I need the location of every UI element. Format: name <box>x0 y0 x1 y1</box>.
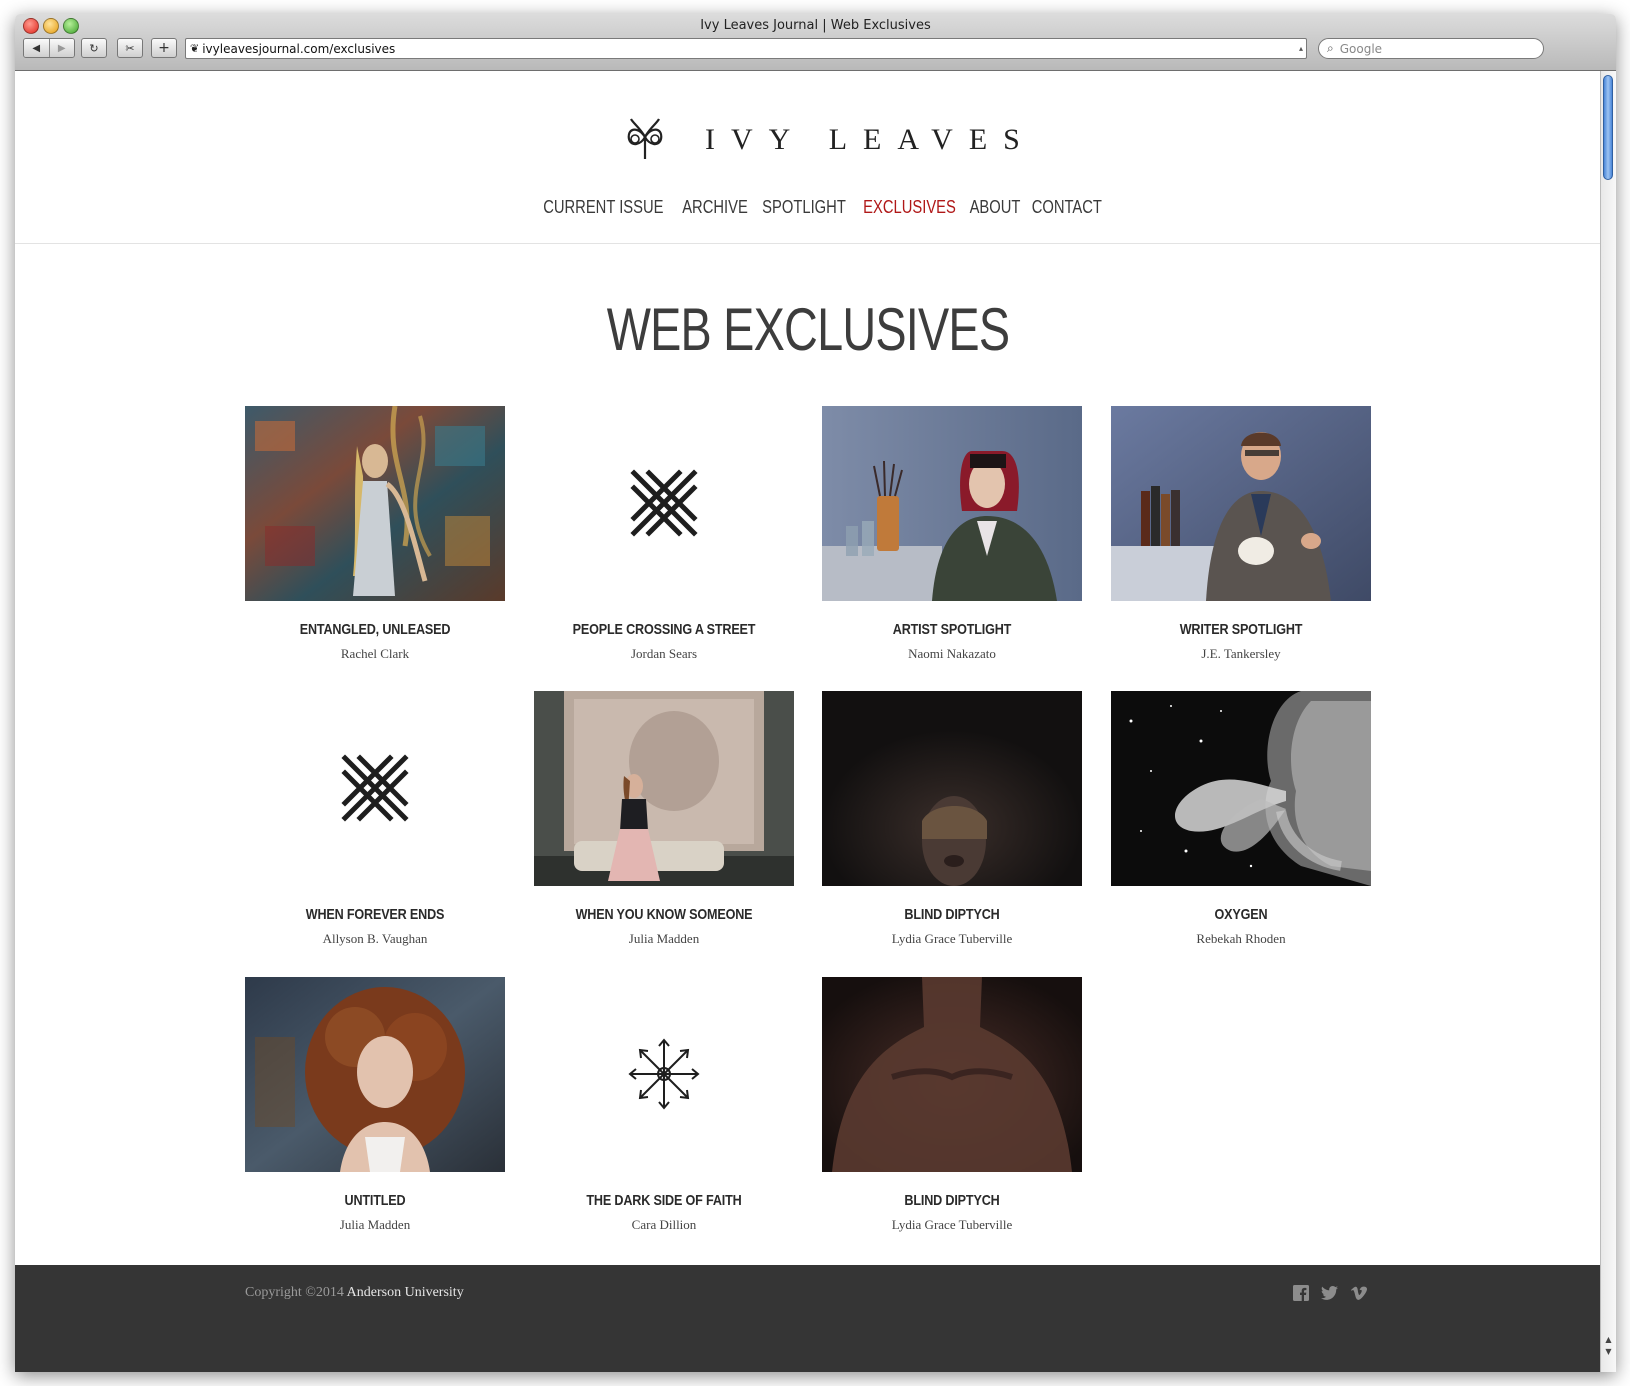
reload-button[interactable]: ↻ <box>81 38 107 58</box>
back-forward-buttons: ◀ ▶ <box>23 38 75 58</box>
writer-photo[interactable] <box>1111 406 1371 601</box>
copyright-owner-link[interactable]: Anderson University <box>347 1285 464 1300</box>
card-title[interactable]: OXYGEN <box>1132 906 1350 923</box>
exclusive-card[interactable]: BLIND DIPTYCH Lydia Grace Tuberville <box>822 691 1082 947</box>
card-author: Lydia Grace Tuberville <box>891 931 1013 946</box>
exclusive-card[interactable]: BLIND DIPTYCH Lydia Grace Tuberville <box>822 977 1082 1233</box>
scrollbar-thumb[interactable] <box>1603 75 1613 180</box>
card-author: Lydia Grace Tuberville <box>891 1217 1013 1232</box>
site-favicon-icon: ❦ <box>190 42 200 55</box>
painting-image[interactable] <box>245 406 505 601</box>
facebook-icon[interactable] <box>1291 1283 1311 1303</box>
site-footer: Copyright ©2014 Anderson University <box>15 1265 1601 1372</box>
card-title[interactable]: WHEN FOREVER ENDS <box>266 906 484 923</box>
card-title[interactable]: ENTANGLED, UNLEASED <box>266 621 484 638</box>
copyright-prefix: Copyright ©2014 <box>245 1285 344 1300</box>
card-title[interactable]: UNTITLED <box>266 1192 484 1209</box>
nav-spotlight[interactable]: SPOTLIGHT <box>762 197 846 218</box>
search-placeholder: Google <box>1339 41 1383 56</box>
curly-hair-portrait-photo[interactable] <box>245 977 505 1172</box>
main-navigation: CURRENT ISSUE ARCHIVE SPOTLIGHT EXCLUSIV… <box>15 197 1601 218</box>
card-title[interactable]: WRITER SPOTLIGHT <box>1132 621 1350 638</box>
forward-button[interactable]: ▶ <box>48 39 74 57</box>
header-divider <box>15 243 1601 244</box>
scroll-arrows[interactable]: ▲ ▼ <box>1601 1334 1616 1358</box>
window-title: Ivy Leaves Journal | Web Exclusives <box>700 18 931 33</box>
artist-photo[interactable] <box>822 406 1082 601</box>
lattice-icon[interactable] <box>534 406 794 601</box>
search-icon: ⌕ <box>1327 41 1334 55</box>
card-title[interactable]: WHEN YOU KNOW SOMEONE <box>555 906 773 923</box>
exclusive-card[interactable]: WRITER SPOTLIGHT J.E. Tankersley <box>1111 406 1371 662</box>
exclusive-card[interactable]: WHEN FOREVER ENDS Allyson B. Vaughan <box>245 691 505 947</box>
card-author: J.E. Tankersley <box>1201 646 1281 661</box>
site-header: IVY LEAVES <box>15 115 1601 165</box>
dark-torso-photo[interactable] <box>822 977 1082 1172</box>
card-author: Cara Dillion <box>631 1217 697 1232</box>
exclusive-card[interactable]: ENTANGLED, UNLEASED Rachel Clark <box>245 406 505 662</box>
url-dropdown-icon[interactable]: ▴ <box>1296 39 1306 58</box>
smoke-portrait-photo[interactable] <box>1111 691 1371 886</box>
nav-archive[interactable]: ARCHIVE <box>682 197 748 218</box>
dark-portrait-photo[interactable] <box>822 691 1082 886</box>
exclusive-card[interactable]: UNTITLED Julia Madden <box>245 977 505 1233</box>
card-title[interactable]: ARTIST SPOTLIGHT <box>843 621 1061 638</box>
nav-current-issue[interactable]: CURRENT ISSUE <box>543 197 663 218</box>
snowflake-icon[interactable] <box>534 977 794 1172</box>
card-author: Jordan Sears <box>630 646 698 661</box>
card-title[interactable]: BLIND DIPTYCH <box>843 1192 1061 1209</box>
add-bookmark-button[interactable]: + <box>151 38 177 58</box>
vimeo-icon[interactable] <box>1349 1283 1369 1303</box>
snippet-button[interactable]: ✂ <box>117 38 143 58</box>
url-text: ivyleavesjournal.com/exclusives <box>202 41 396 56</box>
nav-about[interactable]: ABOUT <box>970 197 1021 218</box>
card-title[interactable]: THE DARK SIDE OF FAITH <box>555 1192 773 1209</box>
address-bar[interactable]: ❦ ivyleavesjournal.com/exclusives ▴ <box>185 38 1307 59</box>
ivy-leaves-logo-icon[interactable] <box>623 115 667 161</box>
lattice-icon[interactable] <box>245 691 505 886</box>
card-author: Rachel Clark <box>340 646 410 661</box>
browser-window: Ivy Leaves Journal | Web Exclusives ◀ ▶ … <box>15 14 1616 1372</box>
site-logo-text[interactable]: IVY LEAVES <box>705 123 1036 157</box>
woman-room-photo[interactable] <box>534 691 794 886</box>
browser-toolbar: Ivy Leaves Journal | Web Exclusives ◀ ▶ … <box>15 14 1616 71</box>
vertical-scrollbar[interactable]: ▲ ▼ <box>1600 71 1616 1372</box>
card-title[interactable]: PEOPLE CROSSING A STREET <box>555 621 773 638</box>
page-title: WEB EXCLUSIVES <box>606 296 1010 363</box>
search-input[interactable]: ⌕ Google <box>1318 38 1544 59</box>
back-button[interactable]: ◀ <box>24 39 49 57</box>
twitter-icon[interactable] <box>1319 1283 1339 1303</box>
exclusive-card[interactable]: ARTIST SPOTLIGHT Naomi Nakazato <box>822 406 1082 662</box>
card-author: Julia Madden <box>339 1217 411 1232</box>
exclusive-card[interactable]: PEOPLE CROSSING A STREET Jordan Sears <box>534 406 794 662</box>
nav-contact[interactable]: CONTACT <box>1032 197 1102 218</box>
copyright-text: Copyright ©2014 Anderson University <box>245 1285 464 1301</box>
card-author: Naomi Nakazato <box>908 646 996 661</box>
card-author: Allyson B. Vaughan <box>322 931 428 946</box>
exclusive-card[interactable]: OXYGEN Rebekah Rhoden <box>1111 691 1371 947</box>
nav-exclusives[interactable]: EXCLUSIVES <box>863 197 956 218</box>
card-author: Julia Madden <box>628 931 700 946</box>
exclusive-card[interactable]: WHEN YOU KNOW SOMEONE Julia Madden <box>534 691 794 947</box>
card-author: Rebekah Rhoden <box>1196 931 1286 946</box>
exclusive-card[interactable]: THE DARK SIDE OF FAITH Cara Dillion <box>534 977 794 1233</box>
web-page: IVY LEAVES CURRENT ISSUE ARCHIVE SPOTLIG… <box>15 71 1601 1372</box>
card-title[interactable]: BLIND DIPTYCH <box>843 906 1061 923</box>
